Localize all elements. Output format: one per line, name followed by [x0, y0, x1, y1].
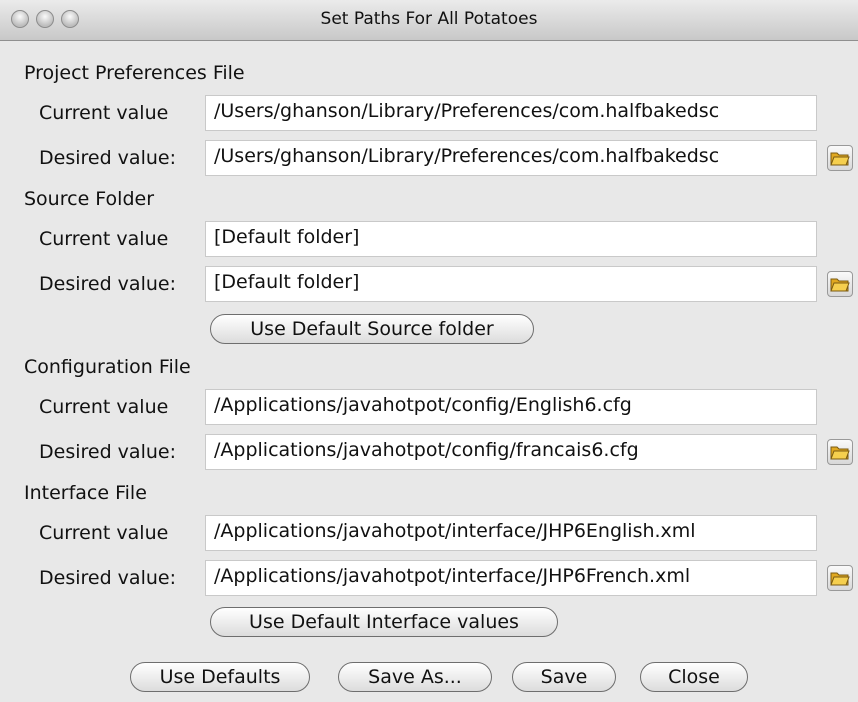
config-desired-field[interactable]: /Applications/javahotpot/config/francais… — [205, 434, 817, 470]
section-heading-interface-file: Interface File — [24, 482, 147, 504]
use-default-source-folder-button[interactable]: Use Default Source folder — [210, 314, 534, 344]
config-current-field[interactable]: /Applications/javahotpot/config/English6… — [205, 389, 817, 425]
folder-open-icon — [830, 446, 850, 460]
interface-desired-field[interactable]: /Applications/javahotpot/interface/JHP6F… — [205, 560, 817, 596]
folder-open-icon — [830, 278, 850, 292]
source-current-field[interactable]: [Default folder] — [205, 221, 817, 257]
window-title: Set Paths For All Potatoes — [320, 9, 538, 29]
folder-open-icon — [830, 152, 850, 166]
title-bar: Set Paths For All Potatoes — [0, 0, 858, 41]
use-defaults-button[interactable]: Use Defaults — [130, 662, 310, 692]
dialog-window: Set Paths For All Potatoes Project Prefe… — [0, 0, 858, 702]
config-browse-button[interactable] — [827, 439, 853, 465]
save-as-button[interactable]: Save As... — [338, 662, 492, 692]
interface-desired-label: Desired value: — [39, 567, 176, 589]
source-desired-label: Desired value: — [39, 273, 176, 295]
project-browse-button[interactable] — [827, 145, 853, 171]
interface-current-label: Current value — [39, 522, 169, 544]
project-desired-field[interactable]: /Users/ghanson/Library/Preferences/com.h… — [205, 140, 817, 176]
section-heading-source-folder: Source Folder — [24, 188, 155, 210]
source-current-label: Current value — [39, 228, 169, 250]
section-heading-project-preferences: Project Preferences File — [24, 62, 245, 84]
project-desired-label: Desired value: — [39, 147, 176, 169]
config-current-label: Current value — [39, 396, 169, 418]
interface-browse-button[interactable] — [827, 565, 853, 591]
use-default-interface-values-button[interactable]: Use Default Interface values — [210, 607, 558, 637]
folder-open-icon — [830, 572, 850, 586]
close-button[interactable]: Close — [640, 662, 748, 692]
section-heading-configuration-file: Configuration File — [24, 356, 191, 378]
project-current-label: Current value — [39, 102, 169, 124]
config-desired-label: Desired value: — [39, 441, 176, 463]
project-current-field[interactable]: /Users/ghanson/Library/Preferences/com.h… — [205, 95, 817, 131]
source-browse-button[interactable] — [827, 271, 853, 297]
save-button[interactable]: Save — [512, 662, 616, 692]
interface-current-field[interactable]: /Applications/javahotpot/interface/JHP6E… — [205, 515, 817, 551]
source-desired-field[interactable]: [Default folder] — [205, 266, 817, 302]
